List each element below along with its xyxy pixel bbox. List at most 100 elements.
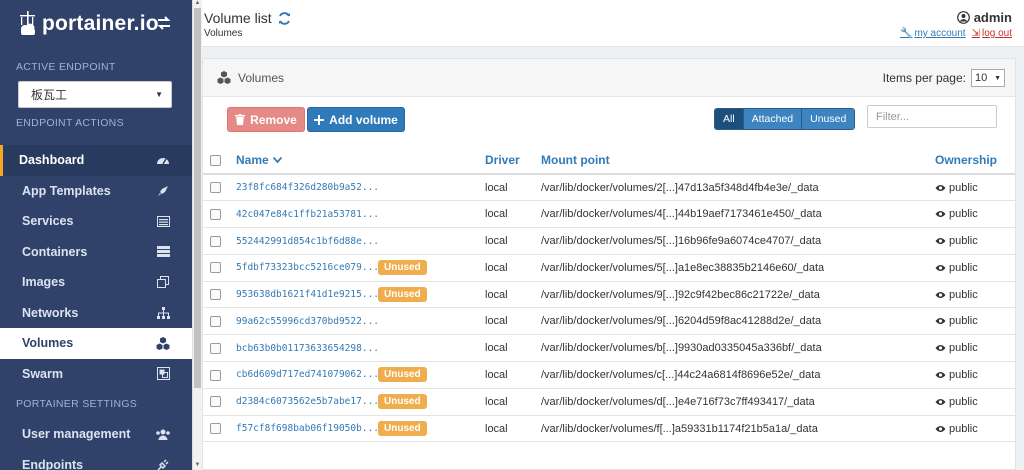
- sidebar-item-label: Services: [22, 214, 74, 229]
- endpoint-select[interactable]: 板瓦工 ▼: [18, 81, 172, 108]
- sidebar-item-services[interactable]: Services: [0, 206, 192, 237]
- volumes-table: Name Driver Mount point Ownership 23f8fc…: [203, 147, 1015, 443]
- ownership-cell: public: [935, 281, 1015, 309]
- volume-name-link[interactable]: 953638db1621f41d1e9215...: [236, 289, 378, 300]
- portainer-logo-icon: [20, 10, 35, 35]
- my-account-link[interactable]: 🔧 my account: [900, 28, 966, 39]
- row-checkbox[interactable]: [210, 396, 221, 408]
- sidebar-item-volumes[interactable]: Volumes: [0, 328, 192, 359]
- sidebar-item-user-management[interactable]: User management: [0, 419, 192, 450]
- sidebar-item-containers[interactable]: Containers: [0, 237, 192, 268]
- ownership-value: public: [949, 342, 978, 355]
- volume-name-link[interactable]: 5fdbf73323bcc5216ce079...: [236, 262, 378, 273]
- table-header-row: Name Driver Mount point Ownership: [203, 147, 1015, 175]
- table-row: 5fdbf73323bcc5216ce079... Unused local/var…: [203, 254, 1015, 282]
- server-icon: [156, 245, 170, 259]
- sidebar-item-label: Endpoints: [22, 457, 84, 470]
- ownership-value: public: [949, 261, 978, 274]
- volume-name-link[interactable]: f57cf8f698bab06f19050b...: [236, 423, 378, 434]
- volume-name-link[interactable]: cb6d609d717ed741079062...: [236, 369, 378, 380]
- volume-name-link[interactable]: d2384c6073562e5b7abe17...: [236, 396, 378, 407]
- sign-out-icon: ⇲: [971, 28, 980, 39]
- ownership-column-header[interactable]: Ownership: [935, 147, 1015, 175]
- filter-all-button[interactable]: All: [715, 109, 744, 129]
- row-checkbox[interactable]: [210, 235, 221, 247]
- scrollbar-thumb[interactable]: [194, 8, 201, 388]
- ownership-cell: public: [935, 415, 1015, 443]
- sidebar-item-swarm[interactable]: Swarm: [0, 359, 192, 390]
- driver-column-header[interactable]: Driver: [485, 147, 541, 175]
- brand[interactable]: portainer.io: [0, 0, 192, 47]
- user-links: 🔧 my account ⇲ log out: [900, 28, 1012, 39]
- unused-badge: Unused: [378, 287, 427, 303]
- filter-unused-button[interactable]: Unused: [802, 109, 855, 129]
- sidebar-item-dashboard[interactable]: Dashboard: [0, 145, 192, 176]
- select-all-checkbox[interactable]: [210, 155, 221, 167]
- mount-point-column-header[interactable]: Mount point: [541, 147, 935, 175]
- sidebar-item-endpoints[interactable]: Endpoints: [0, 450, 192, 470]
- items-per-page-select[interactable]: 10 ▼: [971, 69, 1005, 87]
- volume-rows: 23f8fc684f326d280b9a52... local/var/lib/d…: [203, 174, 1015, 443]
- row-select-cell: [203, 174, 236, 202]
- row-select-cell: [203, 200, 236, 229]
- row-checkbox[interactable]: [210, 423, 221, 435]
- row-select-cell: [203, 361, 236, 389]
- sidebar-scrollbar[interactable]: ▲ ▼: [192, 0, 202, 470]
- ownership-value: public: [949, 288, 978, 301]
- name-column-header[interactable]: Name: [236, 147, 485, 175]
- scroll-down-arrow-icon[interactable]: ▼: [194, 462, 201, 468]
- row-checkbox[interactable]: [210, 289, 221, 301]
- volume-name-link[interactable]: 99a62c55996cd370bd9522...: [236, 316, 378, 327]
- plus-icon: [314, 114, 325, 125]
- volume-name-cell: f57cf8f698bab06f19050b... Unused: [236, 415, 485, 443]
- brand-logo[interactable]: portainer.io: [18, 10, 159, 38]
- sidebar-item-networks[interactable]: Networks: [0, 298, 192, 329]
- driver-cell: local: [485, 174, 541, 202]
- eye-icon: [935, 184, 946, 191]
- volume-name-cell: 953638db1621f41d1e9215... Unused: [236, 281, 485, 309]
- row-checkbox[interactable]: [210, 342, 221, 354]
- remove-button-label: Remove: [250, 112, 297, 127]
- wrench-icon: 🔧: [899, 28, 913, 39]
- volume-name-cell: bcb63b0b01173633654298...: [236, 334, 485, 363]
- panel-header: Volumes Items per page: 10 ▼: [203, 59, 1015, 97]
- refresh-icon[interactable]: [278, 11, 291, 25]
- select-all-cell: [203, 147, 236, 175]
- mount-point-cell: /var/lib/docker/volumes/5[...]16b96fe9a6…: [541, 227, 935, 255]
- row-checkbox[interactable]: [210, 315, 221, 327]
- table-row: bcb63b0b01173633654298... local/var/lib/d…: [203, 334, 1015, 363]
- my-account-label: my account: [914, 28, 966, 39]
- endpoint-actions-title: ENDPOINT ACTIONS: [16, 117, 124, 129]
- volume-name-link[interactable]: bcb63b0b01173633654298...: [236, 343, 378, 354]
- volumes-panel: Volumes Items per page: 10 ▼ Remove Add …: [202, 58, 1016, 470]
- scroll-up-arrow-icon[interactable]: ▲: [194, 0, 201, 6]
- endpoint-select-value: 板瓦工: [31, 88, 68, 102]
- eye-icon: [935, 425, 946, 432]
- row-select-cell: [203, 254, 236, 282]
- exchange-icon[interactable]: [156, 15, 172, 31]
- username-text: admin: [973, 10, 1012, 25]
- row-checkbox[interactable]: [210, 369, 221, 381]
- log-out-link[interactable]: ⇲ log out: [972, 28, 1012, 39]
- mount-point-cell: /var/lib/docker/volumes/d[...]e4e716f73c…: [541, 388, 935, 416]
- row-checkbox[interactable]: [210, 208, 221, 220]
- unused-badge: Unused: [378, 421, 427, 437]
- filter-attached-button[interactable]: Attached: [743, 109, 803, 129]
- sidebar-item-app-templates[interactable]: App Templates: [0, 176, 192, 207]
- sidebar-item-images[interactable]: Images: [0, 267, 192, 298]
- mount-point-cell: /var/lib/docker/volumes/f[...]a59331b117…: [541, 415, 935, 443]
- mount-point-cell: /var/lib/docker/volumes/c[...]44c24a6814…: [541, 361, 935, 389]
- volume-name-cell: 99a62c55996cd370bd9522...: [236, 307, 485, 336]
- volume-name-link[interactable]: 23f8fc684f326d280b9a52...: [236, 182, 378, 193]
- volume-name-link[interactable]: 42c047e84c1ffb21a53781...: [236, 209, 378, 220]
- row-checkbox[interactable]: [210, 182, 221, 194]
- filter-input[interactable]: Filter...: [867, 105, 997, 128]
- users-icon: [156, 427, 170, 441]
- ownership-value: public: [949, 315, 978, 328]
- ownership-cell: public: [935, 200, 1015, 229]
- remove-button[interactable]: Remove: [227, 107, 305, 132]
- name-column-label: Name: [236, 153, 269, 167]
- row-checkbox[interactable]: [210, 262, 221, 274]
- volume-name-link[interactable]: 552442991d854c1bf6d88e...: [236, 236, 378, 247]
- add-volume-button[interactable]: Add volume: [307, 107, 405, 132]
